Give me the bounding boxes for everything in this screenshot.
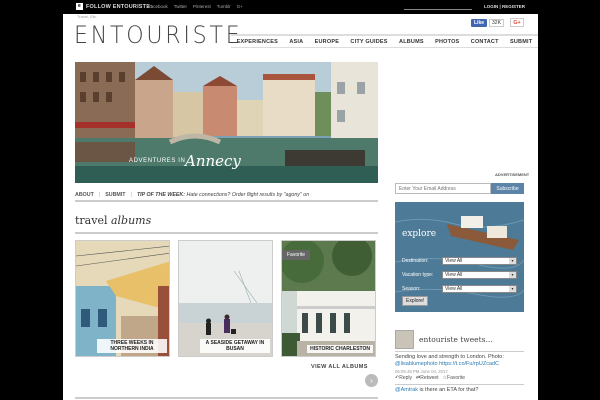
subscribe-button[interactable]: Subscribe bbox=[491, 183, 524, 194]
facebook-like-widget[interactable]: Like 32K bbox=[471, 18, 504, 27]
tip-text: Hate connections? Order flight results b… bbox=[186, 192, 310, 198]
vacation-type-value: View All bbox=[445, 271, 463, 278]
subnav-divider: | bbox=[98, 192, 101, 198]
album-caption: HISTORIC CHARLESTON bbox=[307, 345, 373, 353]
tweet-url-link[interactable]: https://t.co/Fu/rpUZcadC bbox=[439, 361, 499, 367]
tweets-widget: entouriste tweets... Sending love and st… bbox=[395, 330, 524, 394]
subnav-divider: | bbox=[130, 192, 132, 198]
chevron-down-icon: ▾ bbox=[509, 271, 516, 278]
entouriste-mark-icon: e bbox=[76, 3, 83, 10]
destination-label: Destination: bbox=[402, 257, 429, 264]
retweet-action[interactable]: ⇄Retweet bbox=[416, 375, 439, 382]
email-field[interactable] bbox=[395, 183, 491, 194]
albums-title-italic: albums bbox=[110, 214, 152, 227]
section-divider bbox=[75, 397, 378, 399]
nav-city-guides[interactable]: CITY GUIDES bbox=[350, 39, 387, 45]
album-card-india[interactable]: THREE WEEKS IN NORTHERN INDIA bbox=[75, 240, 170, 357]
chevron-down-icon: ▾ bbox=[509, 285, 516, 292]
tweet-mention-link[interactable]: @Amtrak bbox=[395, 387, 418, 393]
social-link-tumblr[interactable]: Tumblr bbox=[217, 4, 231, 9]
tip-label: TIP OF THE WEEK: bbox=[136, 192, 185, 198]
gplus-button[interactable]: G+ bbox=[510, 18, 524, 27]
album-caption: A SEASIDE GETAWAY IN BUSAN bbox=[200, 339, 270, 353]
subnav-submit[interactable]: SUBMIT bbox=[105, 192, 125, 198]
social-link-gplus[interactable]: G+ bbox=[237, 4, 243, 9]
vacation-type-label: Vacation type: bbox=[402, 271, 434, 278]
tweet-mention-link[interactable]: @lisablumephoto bbox=[395, 361, 438, 367]
vacation-type-select[interactable]: View All ▾ bbox=[442, 270, 517, 279]
main-nav: EXPERIENCES ASIA EUROPE CITY GUIDES ALBU… bbox=[231, 34, 538, 48]
follow-label: FOLLOW ENTOURISTE: bbox=[86, 3, 153, 10]
albums-title-plain: travel bbox=[75, 214, 108, 227]
hero-script-title: Annecy bbox=[185, 152, 241, 170]
tweet-timestamp: 06:05:48 PM June 04, 2017 bbox=[395, 369, 448, 374]
sub-nav: ABOUT | SUBMIT | TIP OF THE WEEK: Hate c… bbox=[75, 190, 378, 202]
next-arrow-icon[interactable]: › bbox=[365, 374, 378, 387]
social-links: Facebook Twitter Pinterest Tumblr G+ bbox=[148, 4, 243, 9]
social-link-facebook[interactable]: Facebook bbox=[148, 4, 168, 9]
destination-row: Destination: View All ▾ bbox=[402, 256, 520, 265]
nav-albums[interactable]: ALBUMS bbox=[399, 39, 424, 45]
albums-section-title: travel albums bbox=[75, 214, 151, 227]
tweets-divider bbox=[395, 384, 524, 385]
season-select[interactable]: View All ▾ bbox=[442, 284, 517, 293]
hero-caption: ADVENTURES IN bbox=[129, 158, 186, 164]
album-caption: THREE WEEKS IN NORTHERN INDIA bbox=[97, 339, 167, 353]
top-bar: e FOLLOW ENTOURISTE: Facebook Twitter Pi… bbox=[0, 0, 600, 14]
tweet-text: is there an ETA for that? bbox=[418, 387, 479, 393]
nav-europe[interactable]: EUROPE bbox=[315, 39, 339, 45]
tweet-actions: ↶Reply ⇄Retweet ☆Favorite bbox=[395, 375, 524, 382]
newsletter-form: Subscribe bbox=[395, 183, 524, 194]
destination-select[interactable]: View All ▾ bbox=[442, 256, 517, 265]
season-label: Season: bbox=[402, 285, 421, 292]
avatar bbox=[395, 330, 414, 349]
nav-contact[interactable]: CONTACT bbox=[471, 39, 499, 45]
destination-value: View All bbox=[445, 257, 463, 264]
view-all-albums-link[interactable]: VIEW ALL ALBUMS bbox=[311, 364, 368, 370]
favorite-badge: Favorite bbox=[282, 250, 311, 260]
tweets-title: entouriste tweets... bbox=[419, 335, 493, 344]
album-card-busan[interactable]: A SEASIDE GETAWAY IN BUSAN bbox=[178, 240, 273, 357]
page-container: Travel, Etc. ENTOURISTE Like 32K G+ EXPE… bbox=[63, 14, 538, 400]
nav-submit[interactable]: SUBMIT bbox=[510, 39, 532, 45]
social-link-twitter[interactable]: Twitter bbox=[174, 4, 187, 9]
tweet-item: Sending love and strength to London. Pho… bbox=[395, 354, 524, 382]
site-tagline: Travel, Etc. bbox=[77, 14, 98, 19]
tip-of-week[interactable]: TIP OF THE WEEK: Hate connections? Order… bbox=[137, 192, 309, 198]
social-link-pinterest[interactable]: Pinterest bbox=[193, 4, 211, 9]
nav-photos[interactable]: PHOTOS bbox=[435, 39, 459, 45]
nav-experiences[interactable]: EXPERIENCES bbox=[237, 39, 278, 45]
section-divider bbox=[75, 232, 378, 234]
vacation-type-row: Vacation type: View All ▾ bbox=[402, 270, 520, 279]
advertisement-label: ADVERTISEMENT bbox=[495, 172, 530, 177]
nav-asia[interactable]: ASIA bbox=[289, 39, 303, 45]
album-card-charleston[interactable]: Favorite HISTORIC CHARLESTON bbox=[281, 240, 376, 357]
favorite-action[interactable]: ☆Favorite bbox=[443, 375, 466, 382]
subnav-about[interactable]: ABOUT bbox=[75, 192, 94, 198]
site-logo[interactable]: ENTOURISTE bbox=[74, 21, 242, 49]
explore-button[interactable]: Explore! bbox=[402, 296, 429, 306]
explore-widget: explore Destination: View All ▾ Vacation … bbox=[395, 202, 524, 312]
tweet-text: Sending love and strength to London. Pho… bbox=[395, 354, 504, 360]
tweets-header: entouriste tweets... bbox=[395, 330, 524, 349]
tweet-item: @Amtrak is there an ETA for that? bbox=[395, 387, 524, 394]
explore-title: explore bbox=[402, 229, 437, 239]
tweets-divider bbox=[395, 351, 524, 352]
follow-group: e FOLLOW ENTOURISTE: bbox=[76, 3, 152, 10]
login-register-link[interactable]: LOGIN | REGISTER bbox=[484, 4, 525, 9]
season-row: Season: View All ▾ bbox=[402, 284, 520, 293]
facebook-like-button[interactable]: Like bbox=[471, 18, 488, 27]
hero-image[interactable]: ADVENTURES IN Annecy bbox=[75, 62, 378, 183]
search-input[interactable] bbox=[404, 3, 472, 10]
chevron-down-icon: ▾ bbox=[509, 257, 516, 264]
reply-action[interactable]: ↶Reply bbox=[395, 375, 412, 382]
season-value: View All bbox=[445, 285, 463, 292]
facebook-like-count: 32K bbox=[489, 18, 504, 27]
